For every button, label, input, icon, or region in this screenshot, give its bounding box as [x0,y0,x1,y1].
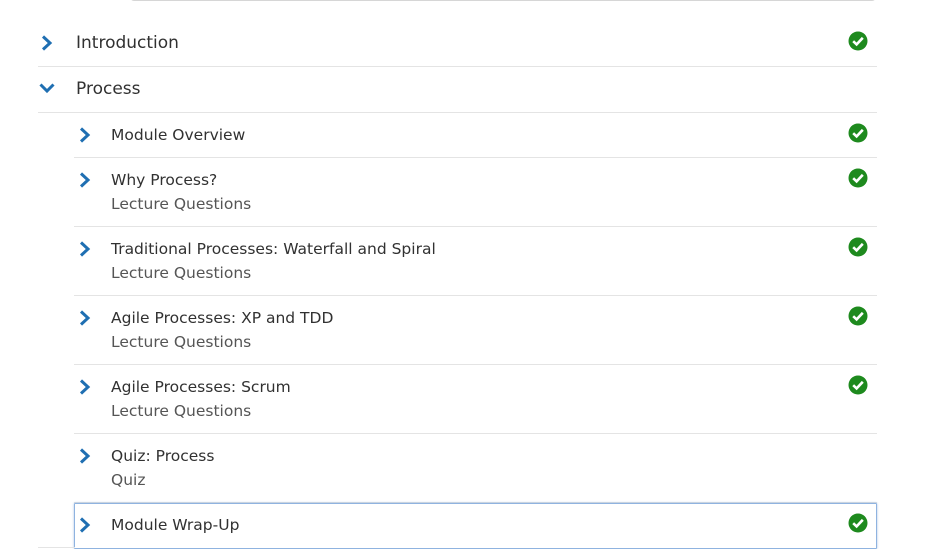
chevron-right-icon [76,378,94,396]
item-type: Lecture Questions [111,402,252,420]
course-outline: Introduction Process Module Overview Why… [38,21,877,549]
check-circle-icon [848,123,868,143]
item-title: Module Overview [111,126,246,144]
list-item-why-process[interactable]: Why Process? Lecture Questions [74,158,877,227]
chevron-right-icon [76,240,94,258]
chevron-right-icon [76,309,94,327]
chevron-right-icon [76,126,94,144]
check-circle-icon [848,237,868,257]
section-process[interactable]: Process [38,67,877,113]
section-title: Introduction [76,33,179,53]
item-type: Lecture Questions [111,264,252,282]
search-input-edge[interactable] [130,0,876,1]
check-circle-icon [848,513,868,533]
item-title: Agile Processes: Scrum [111,378,291,396]
section-title: Process [76,79,141,99]
list-item-agile-xp-tdd[interactable]: Agile Processes: XP and TDD Lecture Ques… [74,296,877,365]
chevron-down-icon [38,80,56,98]
list-item-quiz-process[interactable]: Quiz: Process Quiz [74,434,877,503]
check-circle-icon [848,168,868,188]
list-item-traditional-processes[interactable]: Traditional Processes: Waterfall and Spi… [74,227,877,296]
item-title: Quiz: Process [111,447,215,465]
check-circle-icon [848,375,868,395]
chevron-right-icon [76,516,94,534]
section-introduction[interactable]: Introduction [38,21,877,67]
item-title: Module Wrap-Up [111,516,240,534]
chevron-right-icon [76,447,94,465]
chevron-right-icon [76,171,94,189]
list-item-module-overview[interactable]: Module Overview [74,113,877,158]
list-item-agile-scrum[interactable]: Agile Processes: Scrum Lecture Questions [74,365,877,434]
item-title: Why Process? [111,171,218,189]
list-item-module-wrap-up[interactable]: Module Wrap-Up [74,503,877,549]
item-title: Agile Processes: XP and TDD [111,309,334,327]
check-circle-icon [848,31,868,51]
chevron-right-icon [38,34,56,52]
item-type: Quiz [111,471,146,489]
item-type: Lecture Questions [111,195,252,213]
section-process-items: Module Overview Why Process? Lecture Que… [74,113,877,549]
item-type: Lecture Questions [111,333,252,351]
item-title: Traditional Processes: Waterfall and Spi… [111,240,436,258]
check-circle-icon [848,306,868,326]
divider [38,547,75,548]
